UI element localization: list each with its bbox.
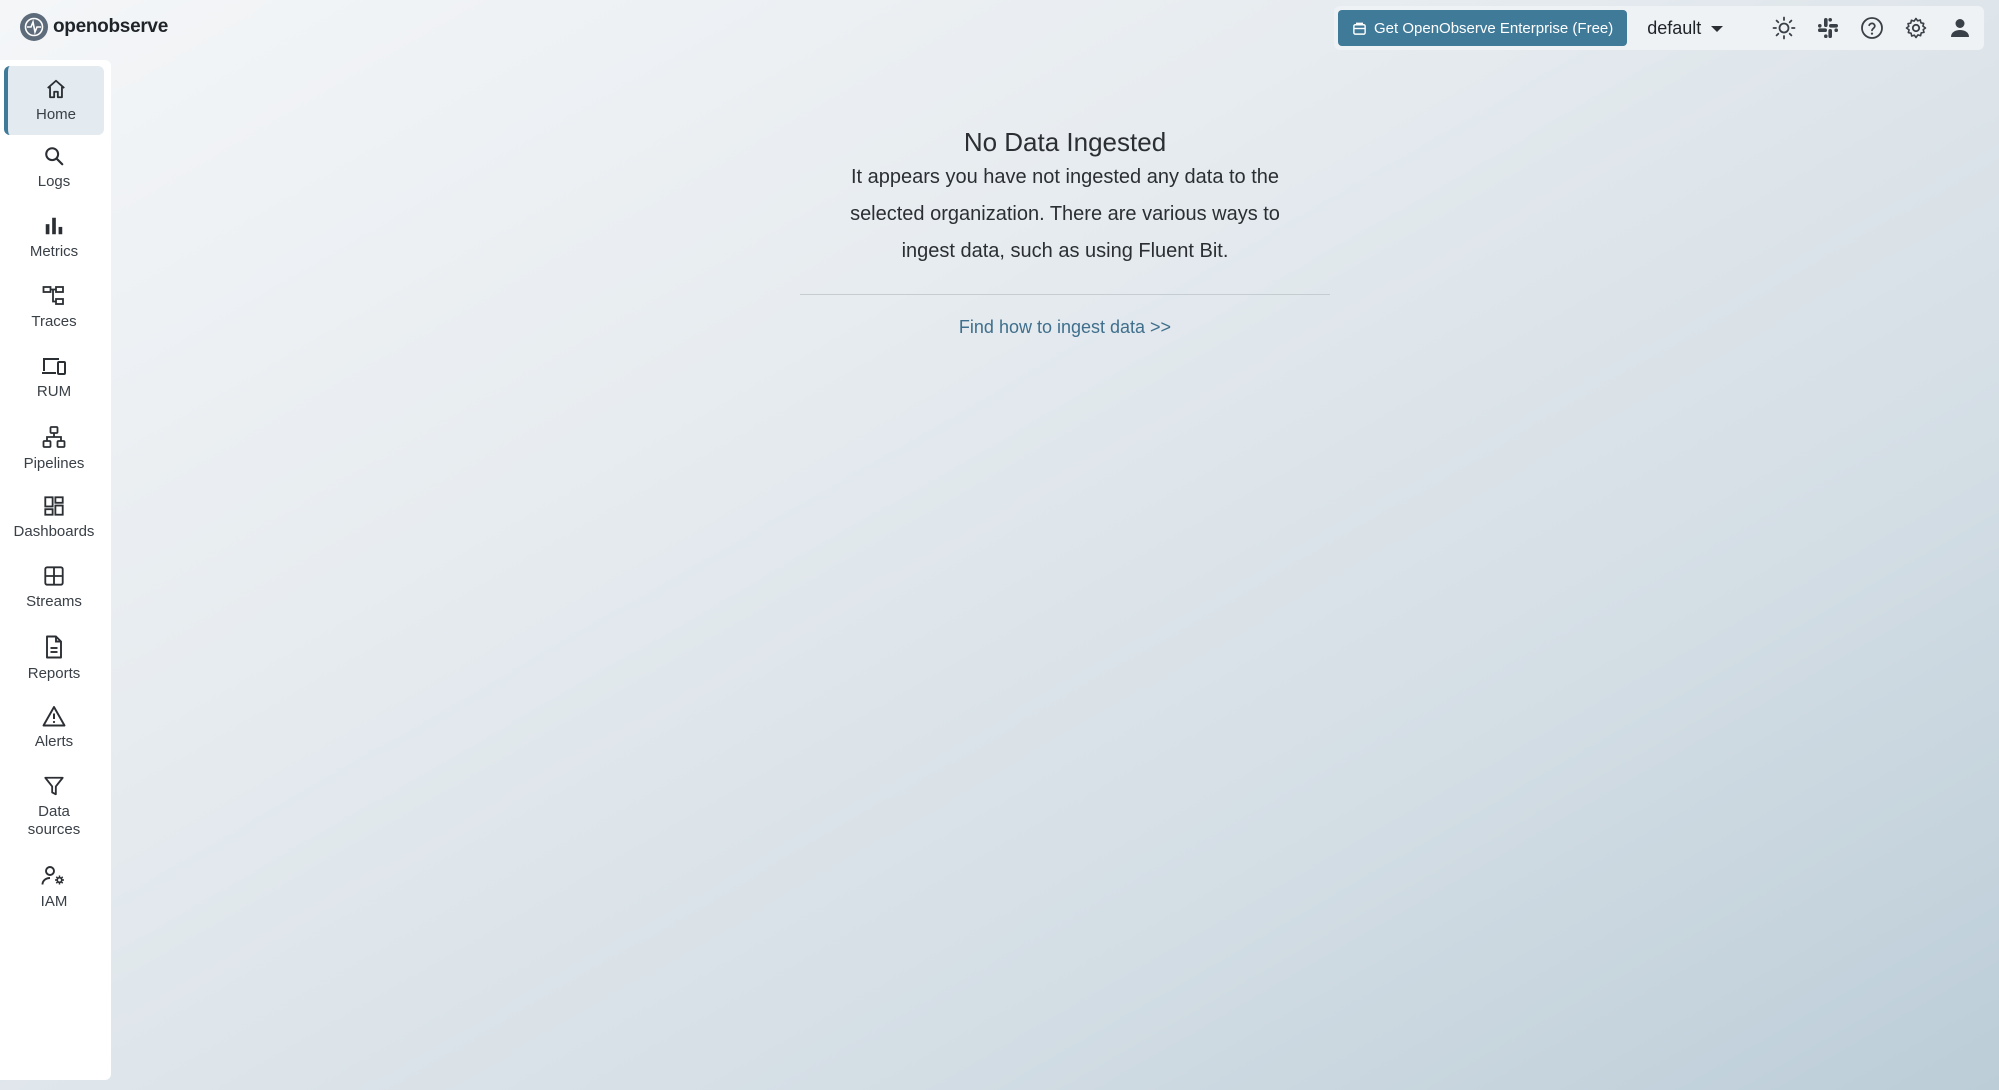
sidebar-item-iam[interactable]: IAM bbox=[4, 865, 104, 911]
sidebar-item-dashboards[interactable]: Dashboards bbox=[4, 495, 104, 541]
sidebar-nav: Home Logs Metrics Traces RUM Pipelines D… bbox=[0, 60, 111, 1080]
empty-state: No Data Ingested It appears you have not… bbox=[800, 125, 1330, 338]
slack-icon bbox=[1818, 18, 1838, 38]
sidebar-item-logs[interactable]: Logs bbox=[4, 145, 104, 191]
settings-button[interactable] bbox=[1896, 8, 1936, 48]
pipeline-icon bbox=[42, 426, 66, 448]
filter-icon bbox=[44, 776, 64, 796]
get-enterprise-button[interactable]: Get OpenObserve Enterprise (Free) bbox=[1338, 10, 1628, 46]
user-icon bbox=[1951, 19, 1969, 37]
description-line: selected organization. There are various… bbox=[850, 203, 1280, 225]
settings-gear-icon bbox=[1905, 17, 1927, 39]
app-logo[interactable]: openobserve bbox=[20, 13, 168, 41]
grid-icon bbox=[44, 566, 64, 586]
search-icon bbox=[45, 147, 64, 166]
sidebar-item-data-sources[interactable]: Data sources bbox=[4, 775, 104, 839]
sidebar-item-label: Streams bbox=[26, 593, 82, 610]
home-icon bbox=[47, 79, 65, 99]
sidebar-item-label: IAM bbox=[40, 893, 68, 910]
sidebar-item-metrics[interactable]: Metrics bbox=[4, 215, 104, 261]
organization-selector[interactable]: default bbox=[1647, 17, 1724, 39]
sidebar-item-streams[interactable]: Streams bbox=[4, 565, 104, 611]
logo-text: openobserve bbox=[53, 16, 168, 37]
empty-state-description: It appears you have not ingested any dat… bbox=[800, 159, 1330, 270]
sidebar-item-label: Home bbox=[35, 106, 76, 123]
dashboard-icon bbox=[44, 496, 64, 516]
sidebar-item-label: Dashboards bbox=[13, 523, 95, 540]
sidebar-item-label: Alerts bbox=[34, 733, 74, 750]
sidebar-item-label: Pipelines bbox=[23, 455, 85, 472]
sidebar-item-alerts[interactable]: Alerts bbox=[4, 705, 104, 751]
sidebar-item-traces[interactable]: Traces bbox=[4, 285, 104, 331]
warning-icon bbox=[42, 706, 66, 727]
help-button[interactable] bbox=[1852, 8, 1892, 48]
sidebar-item-label-line2: sources bbox=[27, 821, 81, 838]
divider bbox=[800, 294, 1330, 295]
sidebar-item-label: Logs bbox=[37, 173, 71, 190]
org-selector-value: default bbox=[1647, 17, 1702, 38]
description-line: ingest data, such as using Fluent Bit. bbox=[901, 240, 1229, 262]
sidebar-item-pipelines[interactable]: Pipelines bbox=[4, 425, 104, 473]
bar-chart-icon bbox=[45, 217, 63, 235]
top-bar: openobserve Get OpenObserve Enterprise (… bbox=[0, 0, 1999, 54]
user-menu-button[interactable] bbox=[1940, 8, 1980, 48]
document-icon bbox=[46, 635, 62, 659]
enterprise-button-label: Get OpenObserve Enterprise (Free) bbox=[1374, 19, 1614, 37]
help-icon bbox=[1861, 17, 1883, 39]
sidebar-item-home[interactable]: Home bbox=[4, 66, 104, 135]
theme-toggle-button[interactable] bbox=[1764, 8, 1804, 48]
sidebar-item-label: Reports bbox=[27, 665, 81, 682]
openobserve-logo-icon bbox=[20, 13, 48, 41]
page-title: No Data Ingested bbox=[963, 127, 1167, 157]
header-actions: Get OpenObserve Enterprise (Free) defaul… bbox=[1334, 6, 1984, 50]
traces-icon bbox=[42, 286, 64, 305]
sidebar-item-label: Traces bbox=[31, 313, 77, 330]
slack-button[interactable] bbox=[1808, 8, 1848, 48]
enterprise-icon bbox=[1353, 22, 1366, 35]
sidebar-item-label: RUM bbox=[36, 383, 72, 400]
sidebar-item-rum[interactable]: RUM bbox=[4, 355, 104, 401]
description-line: It appears you have not ingested any dat… bbox=[850, 166, 1280, 188]
sidebar-item-reports[interactable]: Reports bbox=[4, 635, 104, 683]
theme-sun-icon bbox=[1772, 16, 1796, 40]
ingest-data-link[interactable]: Find how to ingest data >> bbox=[959, 317, 1171, 338]
devices-icon bbox=[42, 358, 66, 375]
caret-down-icon bbox=[1711, 26, 1724, 32]
user-settings-icon bbox=[41, 866, 64, 885]
sidebar-item-label-line1: Data bbox=[38, 803, 70, 820]
sidebar-item-label: Metrics bbox=[29, 243, 79, 260]
